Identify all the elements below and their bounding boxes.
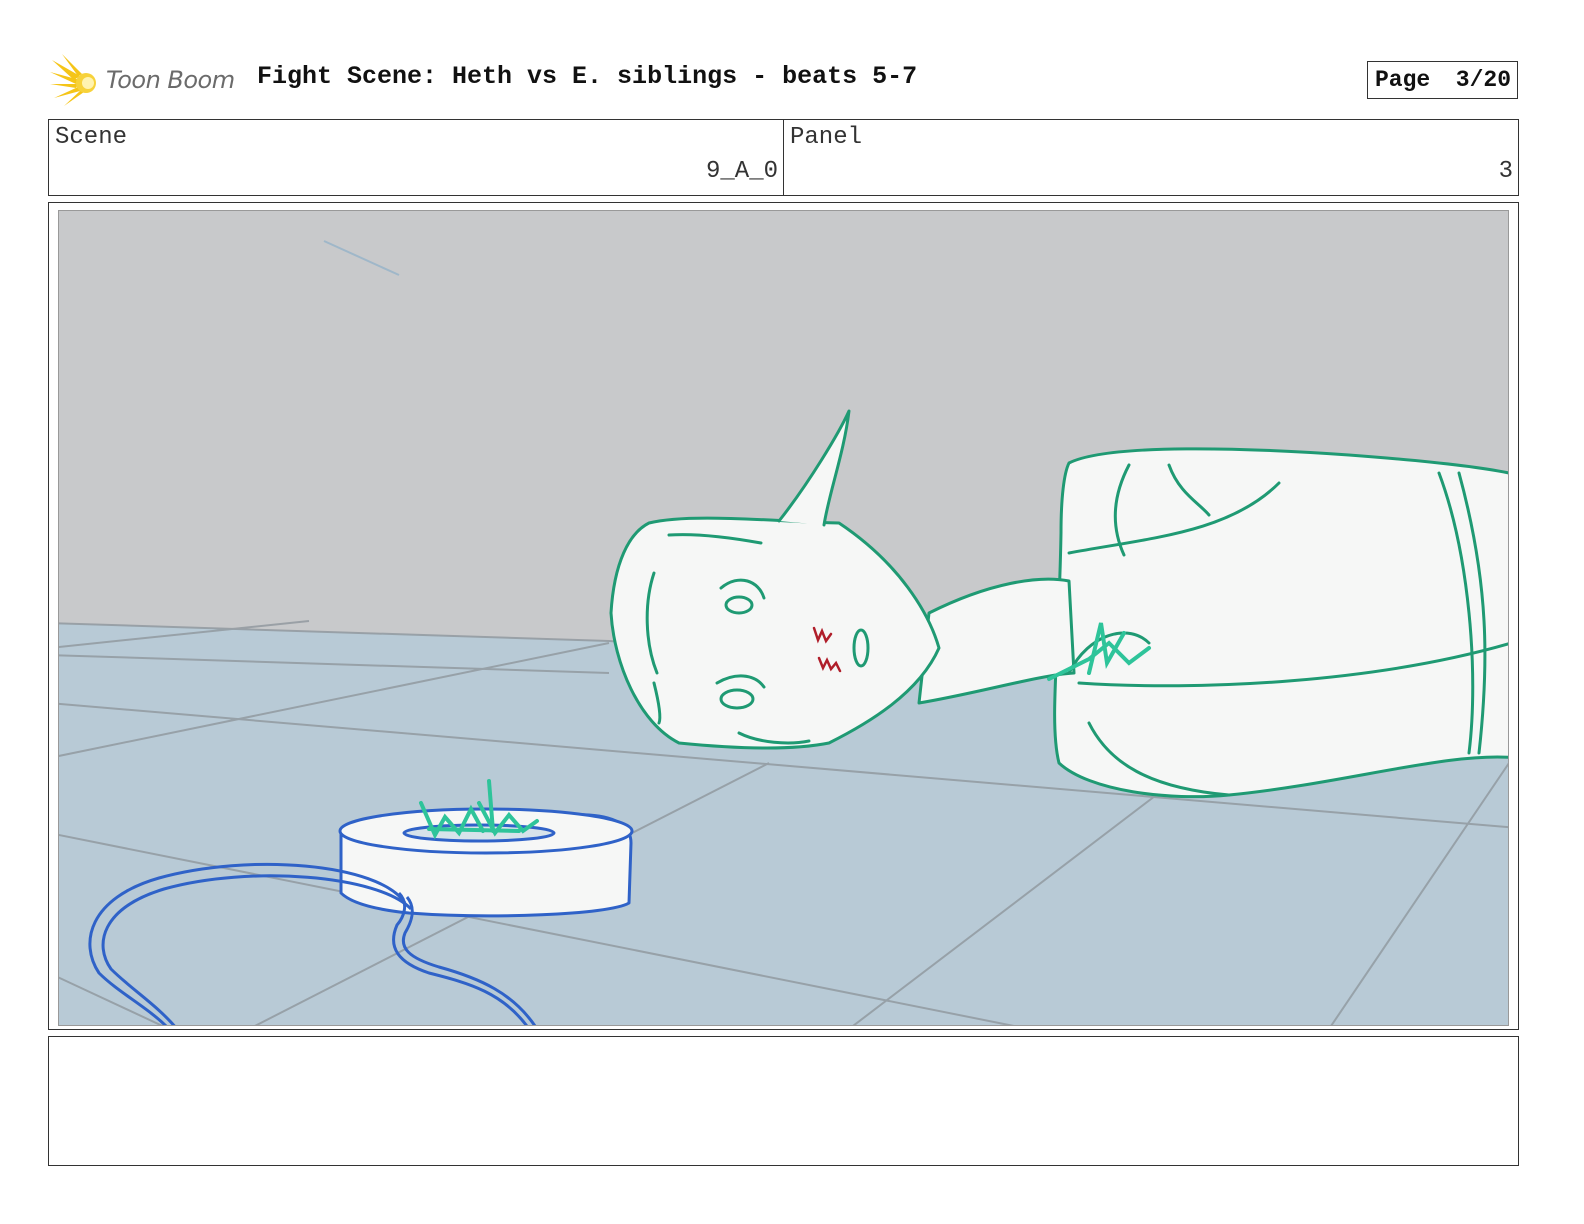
document-title: Fight Scene: Heth vs E. siblings - beats… [257, 62, 918, 91]
storyboard-frame [48, 202, 1519, 1030]
scene-cell: Scene 9_A_0 [49, 120, 784, 195]
scene-label: Scene [55, 124, 128, 151]
sunburst-icon [50, 54, 96, 106]
scene-value: 9_A_0 [705, 158, 778, 185]
notes-area [48, 1036, 1519, 1166]
logo-wordmark: Toon Boom [106, 66, 235, 94]
panel-label: Panel [790, 124, 863, 151]
panel-value: 3 [1498, 158, 1513, 185]
storyboard-drawing [58, 210, 1509, 1026]
scene-panel-info: Scene 9_A_0 Panel 3 [48, 119, 1519, 196]
toon-boom-logo: Toon Boom [50, 54, 240, 108]
page-indicator: Page 3/20 [1367, 61, 1518, 99]
page-number: 3/20 [1455, 67, 1511, 93]
panel-cell: Panel 3 [784, 120, 1518, 195]
page-label: Page [1375, 67, 1431, 93]
